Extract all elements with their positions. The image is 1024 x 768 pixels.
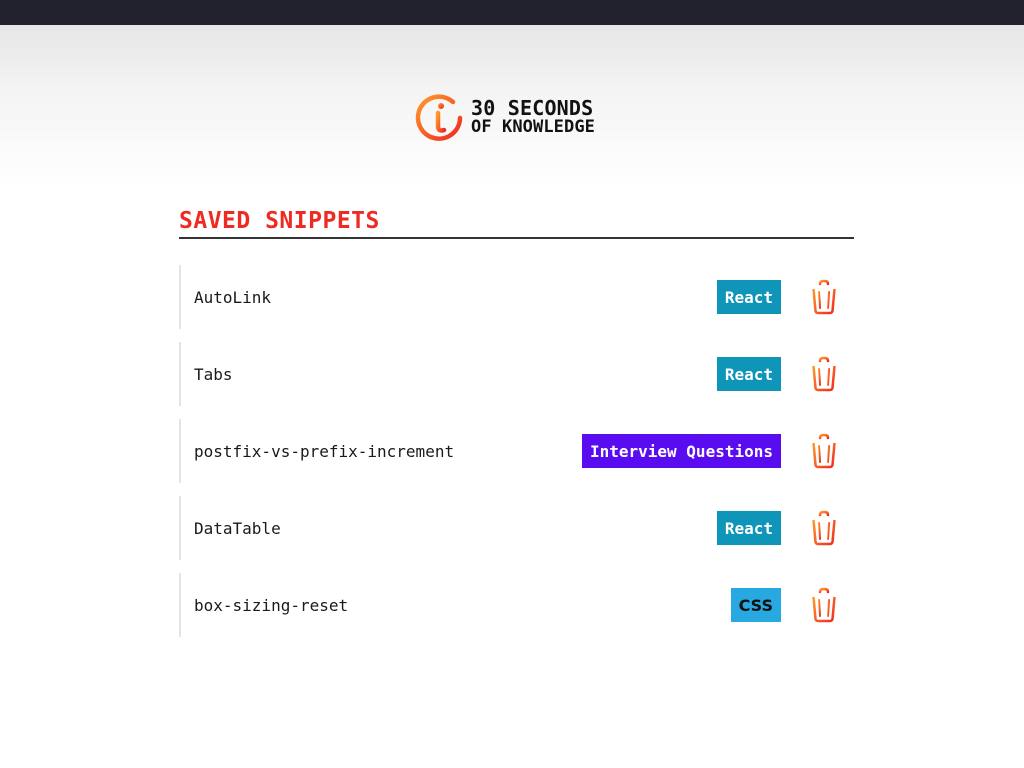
snippet-tag: React	[716, 357, 781, 391]
trash-icon	[809, 587, 839, 623]
logo-wordmark: 30 SECONDS OF KNOWLEDGE	[471, 96, 596, 137]
trash-icon	[809, 356, 839, 392]
snippet-tag: CSS	[730, 588, 781, 622]
snippet-tag: React	[716, 511, 781, 545]
snippet-tag: React	[716, 280, 781, 314]
snippet-card: AutoLink React	[179, 265, 854, 329]
snippet-card: box-sizing-reset CSS	[179, 573, 854, 637]
page-title: SAVED SNIPPETS	[179, 208, 380, 234]
title-divider	[179, 237, 854, 239]
site-logo[interactable]: 30 SECONDS OF KNOWLEDGE	[414, 92, 595, 144]
delete-snippet-button[interactable]	[807, 510, 841, 546]
logo-line-2: OF KNOWLEDGE	[471, 117, 596, 137]
delete-snippet-button[interactable]	[807, 587, 841, 623]
snippet-card: Tabs React	[179, 342, 854, 406]
browser-top-bar	[0, 0, 1024, 25]
delete-snippet-button[interactable]	[807, 356, 841, 392]
snippet-name-link[interactable]: AutoLink	[194, 288, 271, 307]
info-circle-logo-icon	[414, 93, 464, 143]
snippet-card: postfix-vs-prefix-increment Interview Qu…	[179, 419, 854, 483]
logo-line-1: 30 SECONDS	[471, 96, 594, 120]
saved-snippet-list: AutoLink React Tabs React postfix-vs-pre…	[179, 265, 854, 650]
snippet-card: DataTable React	[179, 496, 854, 560]
trash-icon	[809, 510, 839, 546]
trash-icon	[809, 433, 839, 469]
delete-snippet-button[interactable]	[807, 279, 841, 315]
delete-snippet-button[interactable]	[807, 433, 841, 469]
snippet-name-link[interactable]: Tabs	[194, 365, 233, 384]
trash-icon	[809, 279, 839, 315]
snippet-name-link[interactable]: box-sizing-reset	[194, 596, 348, 615]
snippet-name-link[interactable]: DataTable	[194, 519, 281, 538]
snippet-name-link[interactable]: postfix-vs-prefix-increment	[194, 442, 454, 461]
snippet-tag: Interview Questions	[581, 434, 781, 468]
